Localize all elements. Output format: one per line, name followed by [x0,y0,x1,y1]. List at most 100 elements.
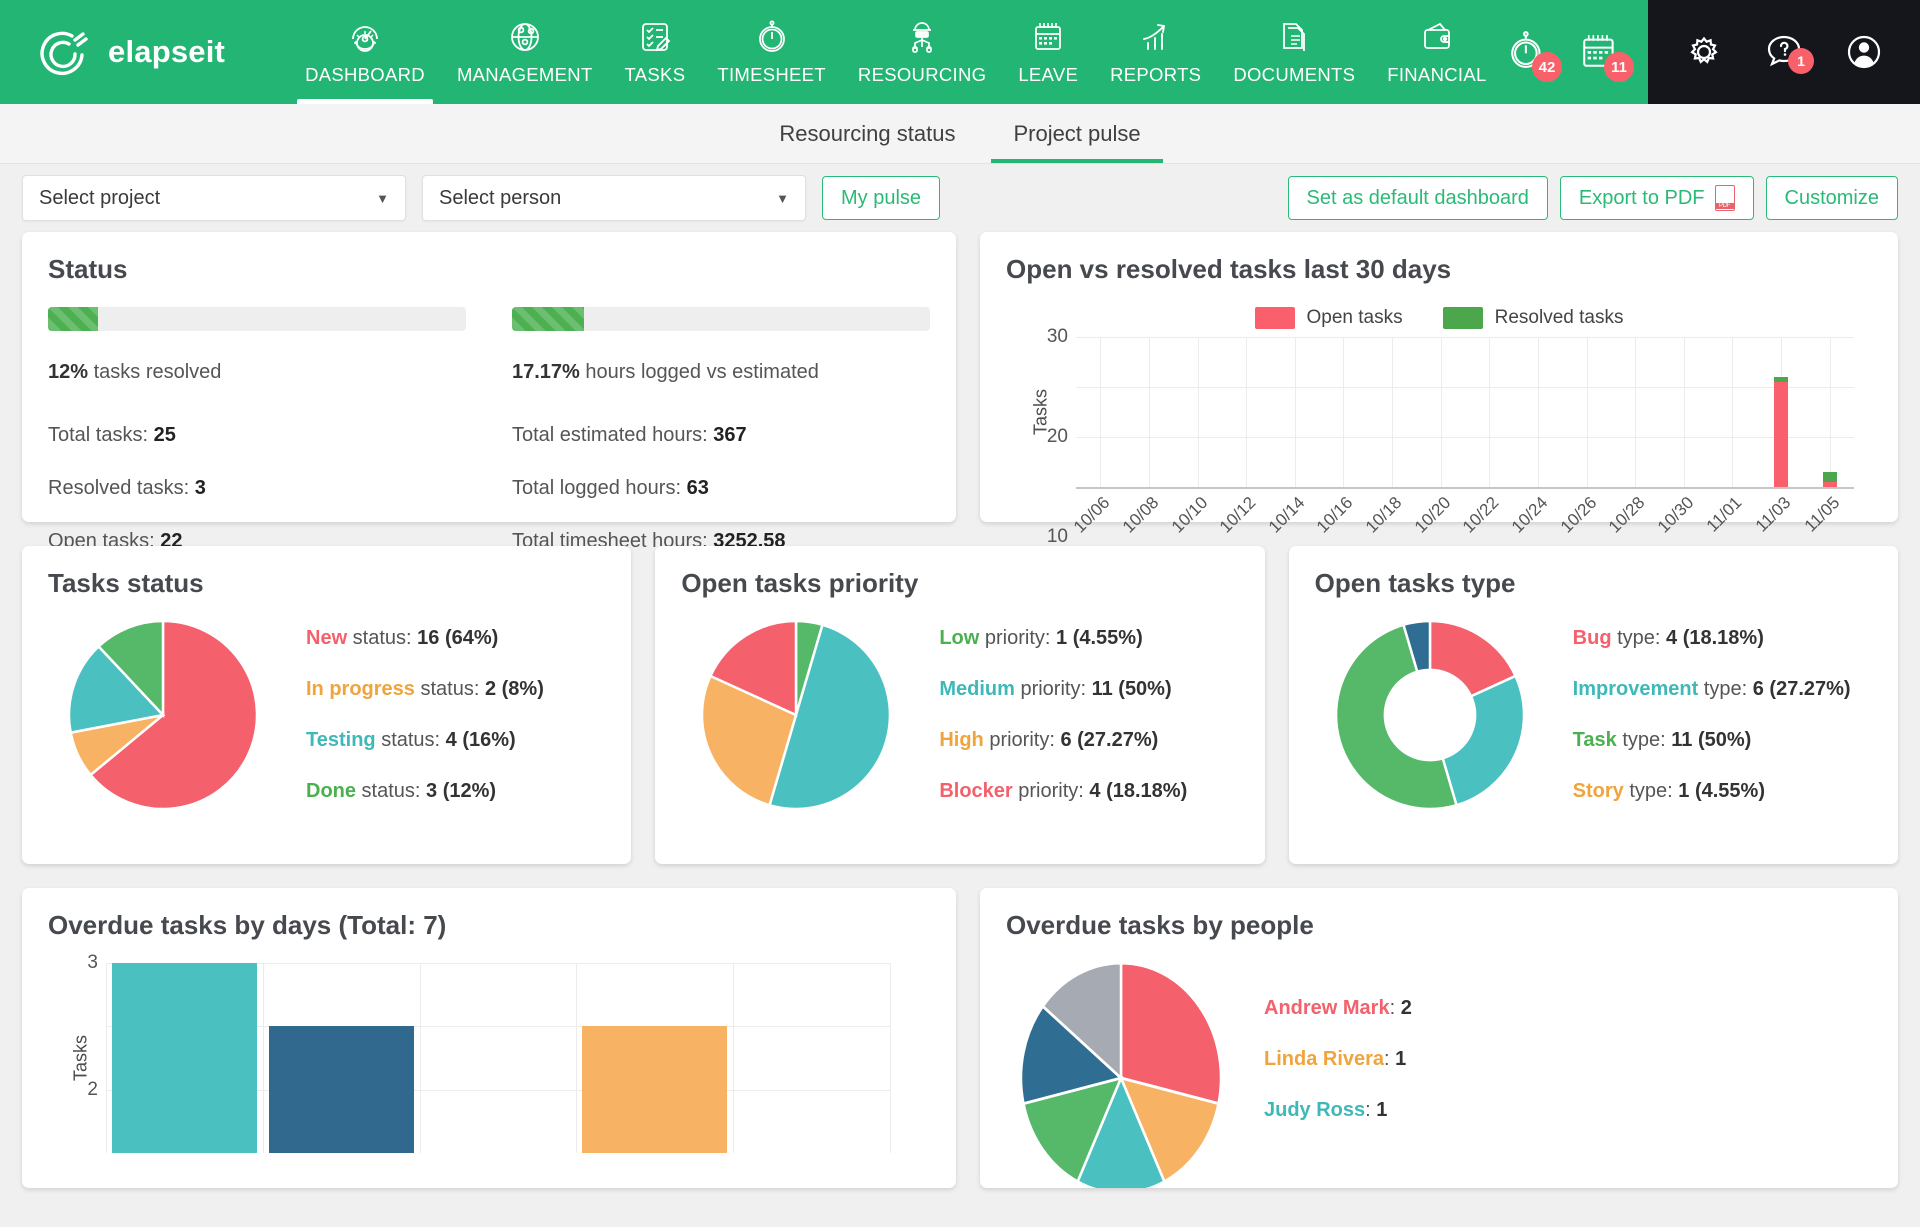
nav-items: DASHBOARD MANAGEMENT TASKS TIMESHEET RES… [289,0,1503,104]
vertical-gridline [106,963,107,1153]
vertical-gridline [1635,337,1637,487]
legend-label-resolved: Resolved tasks [1494,307,1624,328]
nav-right: 42 11 1 [1504,0,1920,104]
dashboard-row-1: Status 12% tasks resolved Total tasks: 2… [0,232,1920,647]
overdue-by-days-title: Overdue tasks by days (Total: 7) [48,910,447,940]
legend-line: Done status: 3 (12%) [306,780,497,802]
open-vs-resolved-title: Open vs resolved tasks last 30 days [1006,254,1452,284]
legend-label-open: Open tasks [1306,307,1403,328]
nav-item-management[interactable]: MANAGEMENT [441,0,609,104]
gridline: 0 [1057,487,1854,647]
filters-toolbar: Select project ▼ Select person ▼ My puls… [0,164,1920,232]
stopwatch-icon [752,15,792,59]
elapseit-logo-icon [36,24,92,80]
legend-line: In progress status: 2 (8%) [306,678,544,700]
timesheet-counter-badge: 42 [1532,52,1562,82]
vertical-gridline [262,963,264,1153]
brand[interactable]: elapseit [0,0,245,104]
help-chat-icon[interactable]: 1 [1762,30,1814,74]
nav-item-label: MANAGEMENT [456,64,593,85]
tasks-status-legend: New status: 16 (64%) In progress status:… [288,627,605,803]
legend-line: Improvement type: 6 (27.27%) [1572,678,1851,700]
open-vs-resolved-legend: Open tasks Resolved tasks [1006,307,1872,329]
vertical-gridline [1294,337,1296,487]
open-tasks-priority-legend: Low priority: 1 (4.55%) Medium priority:… [921,627,1238,803]
hours-logged-percent-line: 17.17% hours logged vs estimated [512,361,930,384]
vertical-gridline [1537,337,1539,487]
worker-icon [902,15,942,59]
gear-icon[interactable] [1682,30,1726,74]
top-navigation-bar: elapseit DASHBOARD MANAGEMENT TASKS TIME… [0,0,1920,104]
hours-logged-percent: 17.17% [512,361,580,383]
toolbar-actions: Set as default dashboard Export to PDF C… [1287,176,1898,220]
select-project[interactable]: Select project ▼ [22,175,406,221]
x-axis-tick: 11/01 [1703,493,1746,536]
total-estimated-hours-value: 367 [713,424,747,446]
vertical-gridline [1392,337,1394,487]
legend-line: Testing status: 4 (16%) [306,729,516,751]
bar [582,1026,728,1153]
gridline: 20 [1047,387,1854,447]
set-default-dashboard-button[interactable]: Set as default dashboard [1287,176,1548,220]
avatar-icon[interactable] [1842,30,1886,74]
open-tasks-priority-card: Open tasks priority Low priority: 1 (4.5… [655,546,1265,864]
y-axis-tick: 3 [87,952,98,973]
hours-logged-percent-label: hours logged vs estimated [585,361,819,383]
tab-project-pulse[interactable]: Project pulse [991,104,1163,163]
nav-item-dashboard[interactable]: DASHBOARD [289,0,441,104]
hours-logged-progress-bar [512,307,930,331]
x-axis-tick: 10/16 [1313,493,1357,537]
timesheet-counter[interactable]: 42 [1504,26,1562,82]
x-axis-tick: 10/22 [1459,493,1503,537]
vertical-gridline [1100,337,1102,487]
pdf-file-icon [1714,185,1735,211]
x-axis-tick: 10/18 [1361,493,1406,537]
tasks-status-title: Tasks status [48,568,204,598]
select-person[interactable]: Select person ▼ [422,175,806,221]
tasks-status-pie-chart [48,621,278,809]
utility-bar: 1 [1648,0,1920,104]
nav-item-label: TASKS [624,64,686,85]
pie-svg [69,621,257,809]
status-tasks-column: 12% tasks resolved Total tasks: 25 Resol… [48,307,466,583]
nav-item-leave[interactable]: LEAVE [1002,0,1094,104]
dashboard-tabs: Resourcing status Project pulse [0,104,1920,164]
vertical-gridline [1683,337,1685,487]
nav-item-financial[interactable]: FINANCIAL [1371,0,1502,104]
nav-item-resourcing[interactable]: RESOURCING [842,0,1002,104]
resolved-tasks-value: 3 [194,477,206,499]
legend-line: Task type: 11 (50%) [1572,729,1752,751]
nav-item-documents[interactable]: DOCUMENTS [1217,0,1371,104]
tasks-resolved-percent-label: tasks resolved [93,361,222,383]
leave-counter[interactable]: 11 [1576,26,1634,82]
my-pulse-button[interactable]: My pulse [822,176,941,220]
dashboard-row-3: Overdue tasks by days (Total: 7) Tasks 1… [0,888,1920,1212]
legend-line: Medium priority: 11 (50%) [939,678,1172,700]
select-project-value: Select project [39,186,161,209]
nav-item-timesheet[interactable]: TIMESHEET [701,0,842,104]
status-card-title: Status [48,254,128,284]
vertical-gridline [419,963,421,1153]
x-axis-tick: 10/30 [1653,493,1698,537]
legend-swatch-open [1254,307,1295,329]
x-axis-tick: 10/20 [1410,493,1455,537]
bar-resolved-tasks [1822,472,1837,482]
nav-item-label: TIMESHEET [717,64,826,85]
tab-resourcing-status[interactable]: Resourcing status [757,104,977,163]
open-tasks-type-donut-chart [1315,621,1545,809]
nav-item-tasks[interactable]: TASKS [609,0,702,104]
pie-svg [1335,621,1524,809]
customize-button[interactable]: Customize [1765,176,1898,220]
nav-item-label: DOCUMENTS [1233,64,1356,85]
total-tasks-label: Total tasks: [48,424,149,446]
select-person-value: Select person [439,186,562,209]
export-to-pdf-button[interactable]: Export to PDF [1559,176,1754,220]
vertical-gridline [1829,337,1831,487]
nav-item-reports[interactable]: REPORTS [1094,0,1217,104]
chevron-down-icon: ▼ [376,190,389,206]
x-axis-tick: 11/03 [1751,493,1795,536]
gridline: 30 [1047,326,1854,347]
x-axis-tick: 10/08 [1118,493,1163,537]
total-estimated-hours-label: Total estimated hours: [512,424,708,446]
vertical-gridline [1148,337,1150,487]
